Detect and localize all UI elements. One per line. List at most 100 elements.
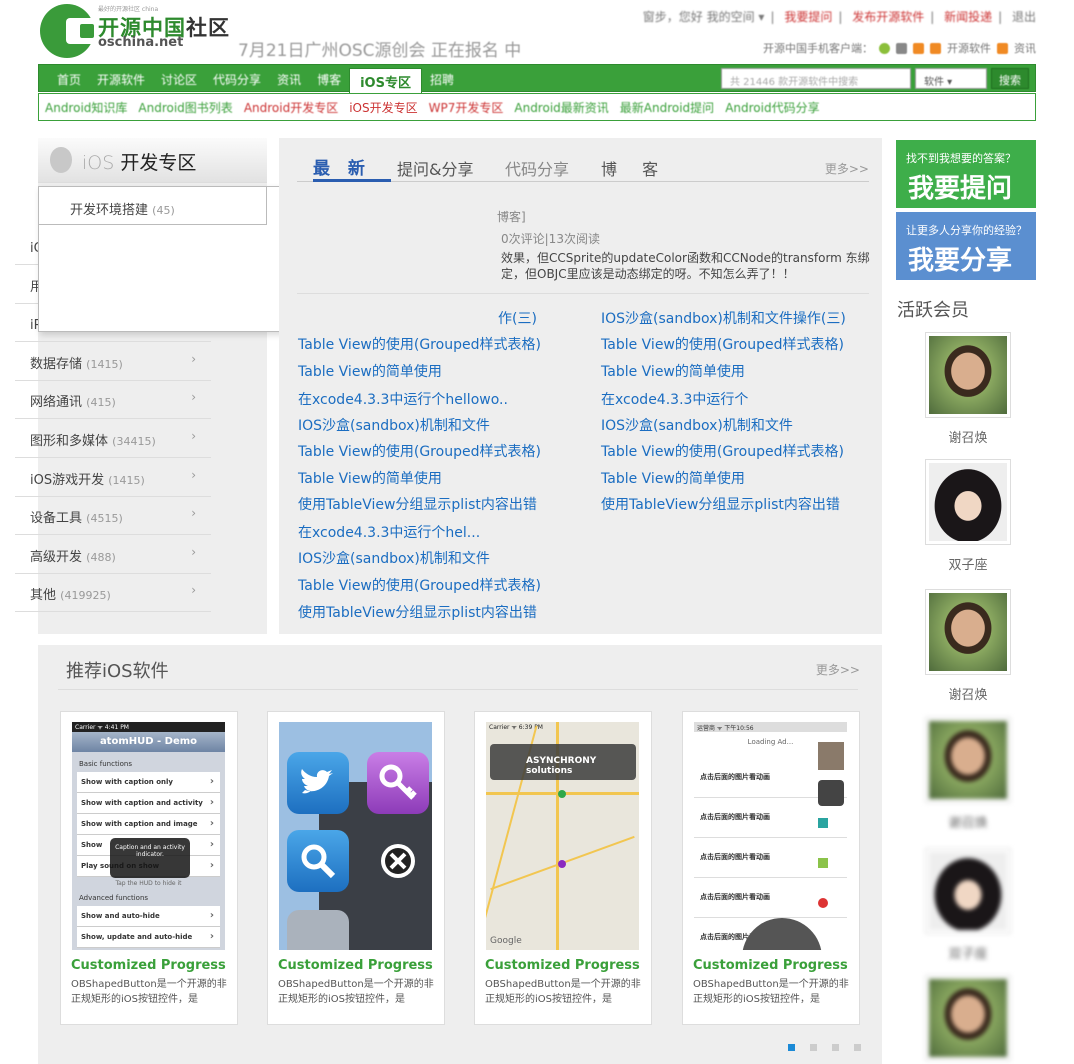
software-name[interactable]: Customized Progress: [693, 958, 848, 973]
chevron-right-icon: ›: [191, 583, 196, 598]
article-panel: 最 新 提问&分享 代码分享 博 客 更多>> 博客] 0次评论|13次阅读 效…: [279, 138, 882, 634]
rss-news-link[interactable]: 资讯: [1014, 40, 1036, 56]
article-link[interactable]: IOS沙盒(sandbox)机制和文件: [601, 415, 793, 435]
avatar-image: [929, 463, 1007, 541]
category-item[interactable]: 图形和多媒体 (34415) ›: [15, 419, 211, 458]
category-item[interactable]: 高级开发 (488) ›: [15, 535, 211, 574]
tabs-more-link[interactable]: 更多>>: [825, 160, 869, 177]
category-item[interactable]: 其他 (419925) ›: [15, 573, 211, 613]
subnav-link[interactable]: Android开发专区: [244, 99, 338, 116]
apple-icon[interactable]: [896, 42, 907, 54]
software-name[interactable]: Customized Progress: [71, 958, 226, 973]
recommended-more-link[interactable]: 更多>>: [816, 661, 860, 678]
avatar[interactable]: [925, 459, 1011, 545]
android-icon[interactable]: [879, 42, 890, 54]
subnav-link[interactable]: WP7开发专区: [429, 99, 504, 116]
nav-blog[interactable]: 博客: [309, 71, 349, 88]
rss-news-icon: [997, 42, 1008, 54]
software-name[interactable]: Customized Progress: [485, 958, 640, 973]
site-search-input[interactable]: 共 21446 款开源软件中搜索: [721, 68, 911, 89]
tab-qa-share[interactable]: 提问&分享: [397, 156, 473, 180]
oschina-logo-icon[interactable]: [40, 4, 100, 58]
rss-software-link[interactable]: 开源软件: [947, 40, 991, 56]
article-link[interactable]: IOS沙盒(sandbox)机制和文件: [298, 415, 490, 435]
tab-latest[interactable]: 最 新: [313, 154, 391, 182]
category-item[interactable]: 设备工具 (4515) ›: [15, 496, 211, 536]
nav-software[interactable]: 开源软件: [89, 71, 153, 88]
share-button[interactable]: 让更多人分享你的经验？ 我要分享: [896, 212, 1036, 280]
subnav-link[interactable]: Android图书列表: [138, 99, 232, 116]
article-link[interactable]: Table View的简单使用: [298, 361, 442, 381]
nav-forum[interactable]: 讨论区: [153, 71, 205, 88]
user-menu-link[interactable]: 窗步，您好 我的空间 ▾: [643, 10, 765, 24]
article-link[interactable]: Table View的使用(Grouped样式表格): [601, 441, 844, 461]
software-name[interactable]: Customized Progress: [278, 958, 433, 973]
event-banner[interactable]: 7月21日广州OSC源创会 正在报名 中: [238, 36, 521, 61]
article-link[interactable]: 使用TableView分组显示plist内容出错: [298, 494, 537, 514]
subnav-link[interactable]: iOS开发专区: [349, 99, 417, 116]
ask-question-button[interactable]: 找不到我想要的答案？ 我要提问: [896, 140, 1036, 208]
member-name[interactable]: 谢召焕: [925, 812, 1011, 831]
submit-news-link[interactable]: 新闻投递: [944, 10, 992, 24]
subnav-link[interactable]: 最新Android提问: [620, 99, 714, 116]
category-count: (1415): [86, 357, 123, 371]
avatar[interactable]: [925, 332, 1011, 418]
nav-news[interactable]: 资讯: [269, 71, 309, 88]
tab-blog[interactable]: 博 客: [601, 156, 668, 180]
chevron-right-icon: ›: [191, 544, 196, 559]
article-link[interactable]: 使用TableView分组显示plist内容出错: [298, 602, 537, 622]
article-link[interactable]: Table View的使用(Grouped样式表格): [298, 575, 541, 595]
search-type-select[interactable]: 软件 ▾: [915, 68, 987, 89]
subnav-link[interactable]: Android代码分享: [725, 99, 819, 116]
nav-ios-active[interactable]: iOS专区: [349, 67, 422, 95]
subnav-link[interactable]: Android知识库: [45, 99, 127, 116]
article-link[interactable]: Table View的使用(Grouped样式表格): [298, 441, 541, 461]
article-link[interactable]: IOS沙盒(sandbox)机制和文件操作(三): [601, 308, 846, 328]
software-card[interactable]: Carrier ᯤ 4:41 PM atomHUD - Demo Basic f…: [60, 711, 238, 1025]
category-item[interactable]: 数据存储 (1415) ›: [15, 342, 211, 381]
article-link[interactable]: Table View的使用(Grouped样式表格): [601, 334, 844, 354]
category-item-dev-env[interactable]: 开发环境搭建 (45): [39, 187, 267, 225]
category-label: 开发环境搭建: [70, 203, 149, 218]
category-item[interactable]: 网络通讯 (415) ›: [15, 380, 211, 420]
software-card[interactable]: Carrier ᯤ 6:39 PM ASYNCHRONY solutions G…: [474, 711, 652, 1025]
subnav-link[interactable]: Android最新资讯: [514, 99, 608, 116]
nav-home[interactable]: 首页: [49, 71, 89, 88]
article-link[interactable]: Table View的简单使用: [601, 361, 745, 381]
ask-link[interactable]: 我要提问: [784, 10, 832, 24]
avatar[interactable]: [925, 589, 1011, 675]
pager-dot-active[interactable]: [788, 1044, 795, 1051]
software-card[interactable]: 运营商 ᯤ 下午10:56 Loading Ad... 点击后面的图片看动画 点…: [682, 711, 860, 1025]
avatar[interactable]: [925, 717, 1011, 803]
member-name[interactable]: 谢召焕: [925, 427, 1011, 446]
article-link[interactable]: 作(三): [498, 308, 537, 328]
software-card[interactable]: Customized Progress OBShapedButton是一个开源的…: [267, 711, 445, 1025]
avatar[interactable]: [925, 975, 1011, 1061]
category-item[interactable]: iOS游戏开发 (1415) ›: [15, 458, 211, 497]
nav-code[interactable]: 代码分享: [205, 71, 269, 88]
nav-jobs[interactable]: 招聘: [422, 71, 462, 88]
article-link[interactable]: 使用TableView分组显示plist内容出错: [601, 494, 840, 514]
article-link[interactable]: 在xcode4.3.3中运行个hel...: [298, 522, 480, 542]
article-link[interactable]: 在xcode4.3.3中运行个hellowo..: [298, 389, 508, 409]
logout-link[interactable]: 退出: [1012, 10, 1036, 24]
article-link[interactable]: Table View的简单使用: [601, 468, 745, 488]
member-name[interactable]: 双子座: [925, 943, 1011, 962]
software-description: OBShapedButton是一个开源的非正规矩形的iOS按钮控件，是: [485, 979, 641, 1005]
pager-dot[interactable]: [832, 1044, 839, 1051]
article-link[interactable]: Table View的使用(Grouped样式表格): [298, 334, 541, 354]
article-link[interactable]: 在xcode4.3.3中运行个: [601, 389, 748, 409]
member-name[interactable]: 谢召焕: [925, 684, 1011, 703]
pager-dot[interactable]: [810, 1044, 817, 1051]
article-link[interactable]: Table View的简单使用: [298, 468, 442, 488]
map-pin-icon: [558, 860, 566, 868]
mobile-client-links: 开源中国手机客户端： 开源软件 资讯: [763, 40, 1036, 56]
tab-code-share[interactable]: 代码分享: [505, 156, 569, 180]
pager-dot[interactable]: [854, 1044, 861, 1051]
rss-icon[interactable]: [913, 42, 924, 54]
avatar[interactable]: [925, 848, 1011, 934]
search-button[interactable]: 搜索: [991, 68, 1029, 89]
member-name[interactable]: 双子座: [925, 554, 1011, 573]
publish-software-link[interactable]: 发布开源软件: [852, 10, 924, 24]
article-link[interactable]: IOS沙盒(sandbox)机制和文件: [298, 548, 490, 568]
